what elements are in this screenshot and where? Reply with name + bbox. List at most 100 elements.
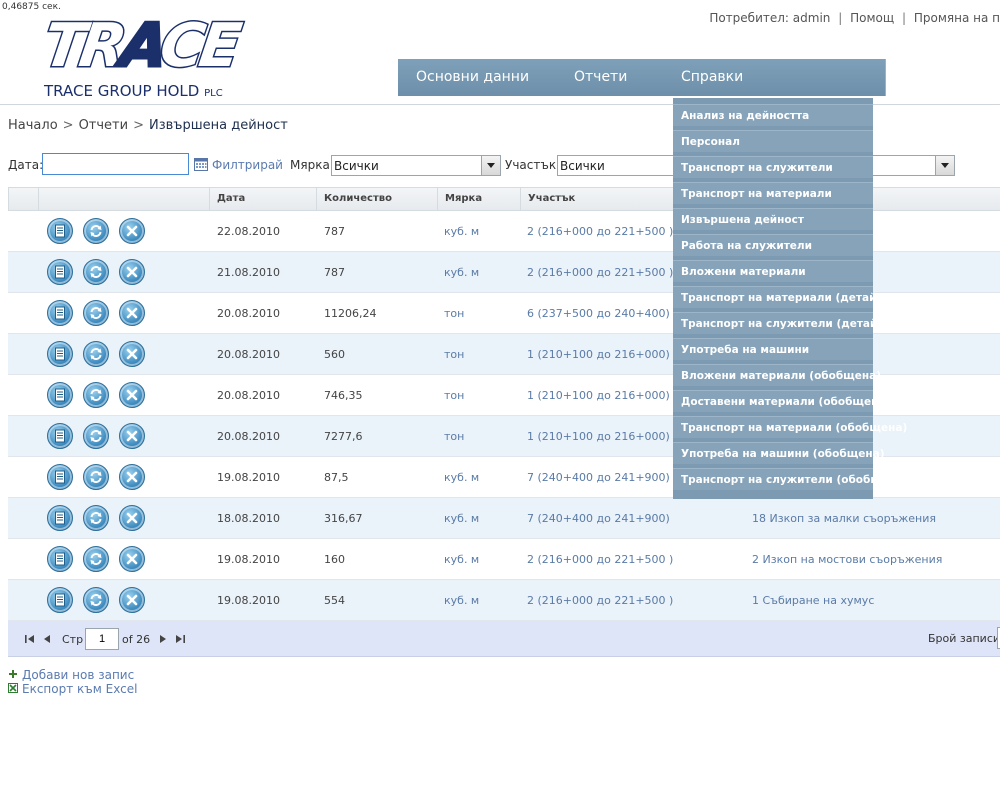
refresh-button[interactable] bbox=[83, 218, 109, 244]
refresh-button[interactable] bbox=[83, 382, 109, 408]
details-button[interactable] bbox=[47, 218, 73, 244]
details-button[interactable] bbox=[47, 300, 73, 326]
delete-button[interactable] bbox=[119, 300, 145, 326]
menu-item[interactable]: Вложени материали bbox=[673, 260, 873, 282]
delete-button[interactable] bbox=[119, 546, 145, 572]
menu-item[interactable]: Транспорт на служители bbox=[673, 156, 873, 178]
details-button[interactable] bbox=[47, 587, 73, 613]
chevron-down-icon[interactable] bbox=[935, 156, 954, 175]
table-row[interactable]: 19.08.2010 160 куб. м 2 (216+000 до 221+500… bbox=[8, 539, 1000, 580]
cell-section[interactable]: 1 (210+100 до 216+000) bbox=[527, 348, 670, 361]
grid-header-actions bbox=[38, 188, 209, 210]
nav-item-references[interactable]: Справки bbox=[681, 69, 743, 85]
refresh-button[interactable] bbox=[83, 259, 109, 285]
delete-button[interactable] bbox=[119, 382, 145, 408]
details-button[interactable] bbox=[47, 505, 73, 531]
cell-section[interactable]: 7 (240+400 до 241+900) bbox=[527, 471, 670, 484]
date-input[interactable] bbox=[42, 153, 189, 175]
cell-section[interactable]: 7 (240+400 до 241+900) bbox=[527, 512, 670, 525]
refresh-button[interactable] bbox=[83, 341, 109, 367]
chevron-down-icon[interactable] bbox=[481, 156, 500, 175]
cell-unit[interactable]: куб. м bbox=[444, 553, 479, 566]
last-page-icon[interactable] bbox=[174, 633, 186, 645]
cell-section[interactable]: 1 (210+100 до 216+000) bbox=[527, 430, 670, 443]
refresh-button[interactable] bbox=[83, 423, 109, 449]
first-page-icon[interactable] bbox=[24, 633, 36, 645]
cell-activity[interactable]: 2 Изкоп на мостови съоръжения bbox=[752, 553, 942, 566]
menu-item[interactable]: Транспорт на материали bbox=[673, 182, 873, 204]
refresh-button[interactable] bbox=[83, 587, 109, 613]
delete-button[interactable] bbox=[119, 259, 145, 285]
cell-section[interactable]: 2 (216+000 до 221+500 ) bbox=[527, 594, 673, 607]
prev-page-icon[interactable] bbox=[41, 633, 53, 645]
refresh-button[interactable] bbox=[83, 546, 109, 572]
cell-unit[interactable]: куб. м bbox=[444, 266, 479, 279]
menu-item[interactable]: Транспорт на материали (детайли) bbox=[673, 286, 896, 308]
details-button[interactable] bbox=[47, 423, 73, 449]
details-button[interactable] bbox=[47, 464, 73, 490]
menu-item[interactable]: Употреба на машини bbox=[673, 338, 873, 360]
menu-item[interactable]: Транспорт на служители (обобщена) bbox=[673, 468, 908, 490]
cell-section[interactable]: 2 (216+000 до 221+500 ) bbox=[527, 553, 673, 566]
nav-item-main-data[interactable]: Основни данни bbox=[416, 69, 529, 85]
details-button[interactable] bbox=[47, 382, 73, 408]
menu-item[interactable]: Транспорт на служители (детайли) bbox=[673, 312, 897, 334]
cell-unit[interactable]: куб. м bbox=[444, 512, 479, 525]
details-button[interactable] bbox=[47, 546, 73, 572]
cell-section[interactable]: 2 (216+000 до 221+500 ) bbox=[527, 225, 673, 238]
cell-unit[interactable]: тон bbox=[444, 348, 464, 361]
cell-unit[interactable]: тон bbox=[444, 307, 464, 320]
table-row[interactable]: 19.08.2010 554 куб. м 2 (216+000 до 221+500… bbox=[8, 580, 1000, 621]
cell-unit[interactable]: куб. м bbox=[444, 471, 479, 484]
filter-link[interactable]: Филтрирай bbox=[212, 158, 283, 172]
refresh-icon bbox=[90, 471, 102, 483]
delete-button[interactable] bbox=[119, 587, 145, 613]
menu-item[interactable]: Анализ на дейността bbox=[673, 104, 873, 126]
menu-item[interactable]: Доставени материали (обобщена) bbox=[673, 390, 890, 412]
delete-button[interactable] bbox=[119, 423, 145, 449]
user-name-link[interactable]: admin bbox=[793, 11, 831, 25]
menu-item[interactable]: Употреба на машини (обобщена) bbox=[673, 442, 885, 464]
next-page-icon[interactable] bbox=[157, 633, 169, 645]
cell-section[interactable]: 1 (210+100 до 216+000) bbox=[527, 389, 670, 402]
calendar-icon[interactable] bbox=[194, 157, 208, 171]
cell-activity[interactable]: 18 Изкоп за малки съоръжения bbox=[752, 512, 936, 525]
delete-button[interactable] bbox=[119, 464, 145, 490]
menu-item[interactable]: Транспорт на материали (обобщена) bbox=[673, 416, 907, 438]
delete-button[interactable] bbox=[119, 505, 145, 531]
grid-header-unit[interactable]: Мярка bbox=[437, 188, 520, 210]
menu-item[interactable]: Работа на служители bbox=[673, 234, 873, 256]
cell-unit[interactable]: куб. м bbox=[444, 225, 479, 238]
trace-logo[interactable]: TRACE TRACE GROUP HOLD PLC bbox=[38, 4, 244, 101]
unit-select[interactable]: Всички bbox=[331, 155, 501, 176]
refresh-button[interactable] bbox=[83, 464, 109, 490]
menu-item[interactable]: Вложени материали (обобщена) bbox=[673, 364, 881, 386]
export-excel-link[interactable]: Експорт към Excel bbox=[22, 682, 137, 696]
cell-unit[interactable]: тон bbox=[444, 430, 464, 443]
add-record-link[interactable]: Добави нов запис bbox=[22, 668, 134, 682]
details-button[interactable] bbox=[47, 341, 73, 367]
delete-button[interactable] bbox=[119, 218, 145, 244]
details-button[interactable] bbox=[47, 259, 73, 285]
cell-section[interactable]: 2 (216+000 до 221+500 ) bbox=[527, 266, 673, 279]
refresh-button[interactable] bbox=[83, 300, 109, 326]
refresh-button[interactable] bbox=[83, 505, 109, 531]
details-icon bbox=[55, 265, 65, 279]
details-icon bbox=[55, 429, 65, 443]
page-input[interactable] bbox=[85, 628, 119, 650]
cell-unit[interactable]: куб. м bbox=[444, 594, 479, 607]
menu-item[interactable]: Персонал bbox=[673, 130, 873, 152]
cell-activity[interactable]: 1 Събиране на хумус bbox=[752, 594, 874, 607]
table-row[interactable]: 18.08.2010 316,67 куб. м 7 (240+400 до 241+… bbox=[8, 498, 1000, 539]
help-link[interactable]: Помощ bbox=[850, 11, 894, 25]
breadcrumb-reports[interactable]: Отчети bbox=[79, 118, 129, 133]
breadcrumb-home[interactable]: Начало bbox=[8, 118, 58, 133]
grid-header-date[interactable]: Дата bbox=[209, 188, 316, 210]
menu-item[interactable]: Извършена дейност bbox=[673, 208, 873, 230]
delete-button[interactable] bbox=[119, 341, 145, 367]
cell-section[interactable]: 6 (237+500 до 240+400) bbox=[527, 307, 670, 320]
nav-item-reports[interactable]: Отчети bbox=[574, 69, 627, 85]
change-password-link[interactable]: Промяна на п bbox=[914, 11, 1000, 25]
grid-header-quantity[interactable]: Количество bbox=[316, 188, 437, 210]
cell-unit[interactable]: тон bbox=[444, 389, 464, 402]
